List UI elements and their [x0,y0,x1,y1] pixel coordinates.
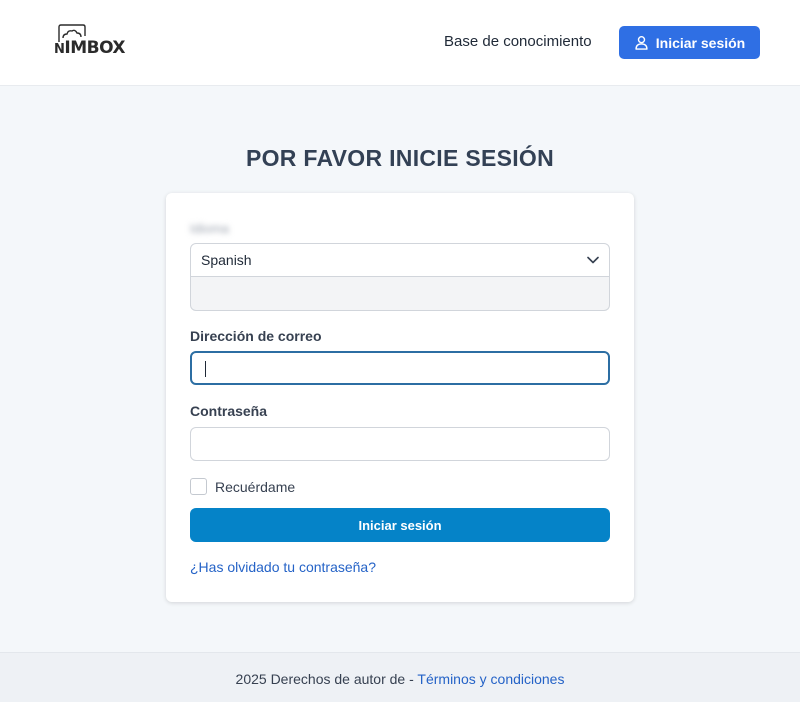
footer: 2025 Derechos de autor de - Términos y c… [0,652,800,702]
remember-checkbox[interactable] [190,478,207,495]
password-field[interactable] [190,427,610,461]
page-title: POR FAVOR INICIE SESIÓN [245,145,555,171]
forgot-password-link[interactable]: ¿Has olvidado tu contraseña? [190,559,376,575]
password-label: Contraseña [190,403,268,419]
terms-link[interactable]: Términos y condiciones [417,671,564,687]
user-icon [635,35,648,50]
logo-text: NIMBOX [54,38,126,58]
email-label: Dirección de correo [190,328,322,344]
remember-label: Recuérdame [215,478,296,495]
knowledge-base-link[interactable]: Base de conocimiento [444,33,592,50]
language-select[interactable]: Spanish [190,243,610,277]
nimbox-logo[interactable]: NIMBOX [54,24,126,60]
header-login-label: Iniciar sesión [655,34,746,51]
copyright-text: 2025 Derechos de autor de - [235,671,418,687]
header: NIMBOX Base de conocimiento Iniciar sesi… [0,0,800,86]
submit-login-button[interactable]: Iniciar sesión [190,508,610,542]
language-selected-value: Spanish [201,252,252,268]
chevron-down-icon [587,256,599,264]
remember-me[interactable]: Recuérdame [190,478,295,495]
text-cursor [205,361,206,377]
language-select-extra [190,277,610,311]
email-field[interactable] [190,351,610,385]
header-login-button[interactable]: Iniciar sesión [619,26,760,59]
login-card: Idioma Spanish Dirección de correo Contr… [166,193,634,602]
language-label: Idioma [190,221,230,236]
